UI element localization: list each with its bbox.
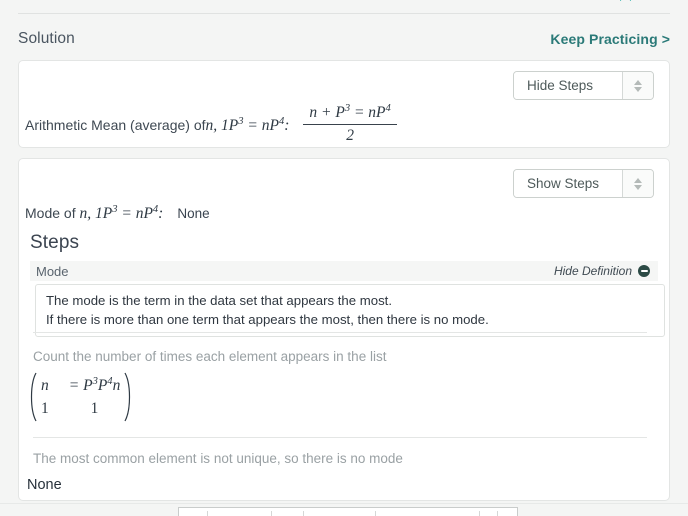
show-steps-select-stepper[interactable] [622,170,653,197]
show-steps-select[interactable]: Show Steps [513,169,654,198]
arithmetic-mean-statement: Arithmetic Mean (average) of n, 1P3 = nP… [25,102,397,147]
definition-term: Mode [36,263,69,279]
step-count-text: Count the number of times each element a… [33,349,387,364]
bottom-toolbar-partial[interactable] [178,507,518,516]
top-icon-bar [0,0,688,14]
matrix-cell-r2c1: 1 [41,399,49,417]
toolbar-key[interactable] [375,511,376,516]
mode-expression: n, 1P3 = nP4: [79,204,164,223]
toolbar-key[interactable] [497,511,498,516]
step-conclusion-text: The most common element is not unique, s… [33,451,403,466]
download-icon[interactable] [575,0,594,6]
count-matrix: n = P3P4n 1 1 [27,372,134,422]
toolbar-key[interactable] [271,511,272,516]
toolbar-key[interactable] [479,511,480,516]
hide-steps-select-stepper[interactable] [622,72,653,99]
caret-down-icon [634,86,642,92]
minus-circle-icon[interactable] [638,265,650,277]
mode-statement: Mode of n, 1P3 = nP4: None [25,204,210,223]
mode-label: Mode of [25,205,80,222]
solution-header: Solution Keep Practicing > [0,24,688,54]
hide-steps-select-value: Hide Steps [514,72,622,99]
step-divider-2 [33,437,647,438]
matrix-grid: n = P3P4n 1 1 [38,372,123,422]
top-icon-group [575,0,676,6]
matrix-cell-r2c2: 1 [90,399,99,417]
header-divider [18,13,670,14]
arithmetic-mean-label: Arithmetic Mean (average) of [25,117,206,134]
hide-definition-label: Hide Definition [553,264,632,278]
left-paren-icon [27,372,38,422]
definition-line-2: If there is more than one term that appe… [46,312,489,327]
toolbar-key[interactable] [207,511,208,516]
hide-definition-toggle[interactable]: Hide Definition [554,264,650,278]
caret-up-icon [634,79,642,85]
fraction-denominator: 2 [346,126,354,144]
hide-steps-select[interactable]: Hide Steps [513,71,654,100]
arithmetic-mean-fraction: n + P3 = nP4 2 [303,102,397,145]
step-divider-1 [33,332,647,333]
solution-page: Solution Keep Practicing > Hide Steps Ar… [0,0,688,516]
page-title: Solution [18,30,75,47]
steps-heading: Steps [30,232,80,253]
caret-up-icon [634,177,642,183]
bookmark-icon[interactable] [616,0,635,6]
definition-line-1: The mode is the term in the data set tha… [46,293,392,308]
toolbar-key[interactable] [303,511,304,516]
matrix-cell-r1c2: = P3P4n [68,376,121,395]
share-icon[interactable] [657,0,676,6]
show-steps-select-value: Show Steps [514,170,622,197]
right-paren-icon [123,372,134,422]
matrix-cell-r1c1: n [41,376,49,394]
fraction-numerator: n + P3 = nP4 [303,102,397,125]
mode-result-value: None [177,206,210,222]
arithmetic-mean-expression: n, 1P3 = nP4: [205,115,290,135]
keep-practicing-link[interactable]: Keep Practicing > [550,31,670,47]
caret-down-icon [634,184,642,190]
bottom-divider [0,503,688,504]
final-answer: None [27,477,62,493]
definition-body: The mode is the term in the data set tha… [35,284,665,337]
definition-header-row: Mode Hide Definition [30,261,658,281]
